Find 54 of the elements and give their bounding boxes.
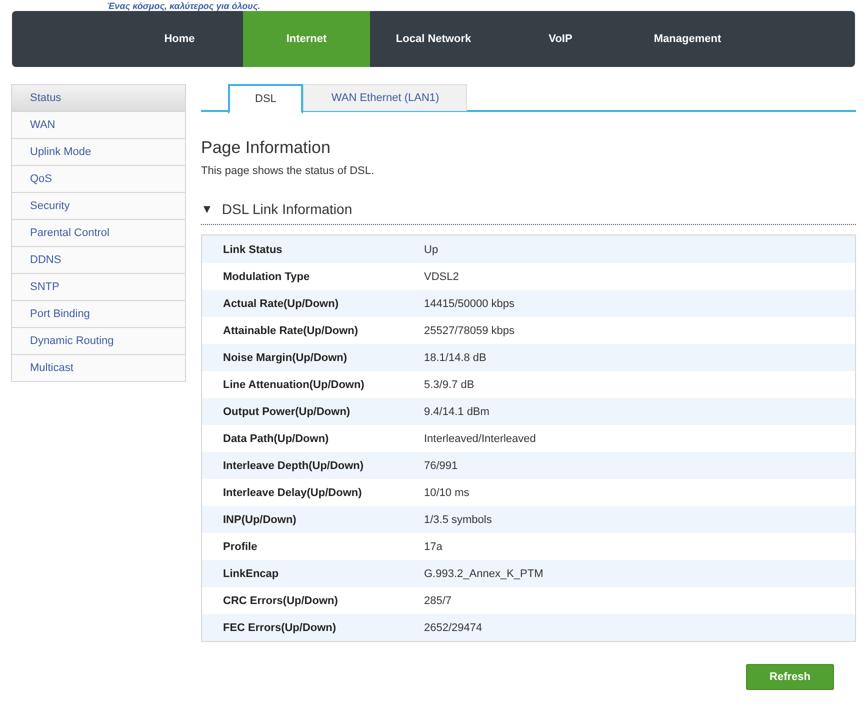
row-value: Up [424, 244, 438, 256]
row-label: Data Path(Up/Down) [222, 432, 330, 444]
row-label: INP(Up/Down) [222, 514, 298, 526]
row-value: 17a [424, 540, 442, 552]
collapse-toggle[interactable]: ▼ [201, 202, 213, 216]
nav-item[interactable]: Management [624, 11, 751, 67]
row-label: FEC Errors(Up/Down) [222, 622, 338, 634]
row-label: Interleave Depth(Up/Down) [222, 460, 365, 472]
row-label: CRC Errors(Up/Down) [222, 594, 339, 606]
sidebar-item[interactable]: Multicast [12, 355, 185, 382]
row-value: Interleaved/Interleaved [424, 432, 536, 444]
row-label: Line Attenuation(Up/Down) [222, 378, 366, 390]
row-value: 1/3.5 symbols [424, 514, 492, 526]
slogan-text: Ένας κόσμος, καλύτερος για όλους. [107, 1, 260, 11]
section-title: DSL Link Information [222, 200, 352, 218]
row-label: Actual Rate(Up/Down) [222, 298, 340, 310]
tab[interactable]: WAN Ethernet (LAN1) [303, 84, 468, 111]
nav-item[interactable]: Local Network [370, 11, 497, 67]
row-label: Interleave Delay(Up/Down) [222, 486, 363, 498]
sidebar-item[interactable]: QoS [12, 166, 185, 193]
row-value: G.993.2_Annex_K_PTM [424, 568, 544, 580]
row-label: Profile [222, 540, 258, 552]
sidebar-item[interactable]: Dynamic Routing [12, 328, 185, 355]
sidebar-item[interactable]: Parental Control [12, 220, 185, 247]
refresh-button[interactable]: Refresh [746, 664, 834, 690]
page-description: This page shows the status of DSL. [201, 164, 376, 178]
sidebar-item[interactable]: WAN [12, 112, 185, 139]
row-value: 25527/78059 kbps [424, 324, 515, 336]
sidebar-item[interactable]: Port Binding [12, 301, 185, 328]
row-label: LinkEncap [222, 568, 280, 580]
row-value: 10/10 ms [424, 486, 470, 498]
tab[interactable]: DSL [228, 84, 304, 114]
row-value: 18.1/14.8 dB [424, 352, 486, 364]
row-value: 14415/50000 kbps [424, 298, 515, 310]
row-value: 76/991 [424, 460, 458, 472]
sidebar-item[interactable]: SNTP [12, 274, 185, 301]
row-value: 9.4/14.1 dBm [424, 406, 490, 418]
row-label: Modulation Type [222, 270, 311, 282]
row-label: Link Status [222, 244, 284, 256]
row-value: 285/7 [424, 594, 452, 606]
sidebar-item[interactable]: Status [12, 85, 185, 112]
page-title: Page Information [201, 138, 332, 158]
sidebar-item[interactable]: Uplink Mode [12, 139, 185, 166]
nav-item[interactable]: Internet [243, 11, 370, 67]
nav-item[interactable]: Home [116, 11, 243, 67]
sidebar-item[interactable]: DDNS [12, 247, 185, 274]
row-label: Attainable Rate(Up/Down) [222, 324, 360, 336]
row-value: 2652/29474 [424, 622, 482, 634]
sidebar-item[interactable]: Security [12, 193, 185, 220]
nav-item[interactable]: VoIP [497, 11, 624, 67]
row-value: VDSL2 [424, 270, 459, 282]
row-label: Noise Margin(Up/Down) [222, 352, 348, 364]
row-label: Output Power(Up/Down) [222, 406, 352, 418]
row-value: 5.3/9.7 dB [424, 378, 474, 390]
